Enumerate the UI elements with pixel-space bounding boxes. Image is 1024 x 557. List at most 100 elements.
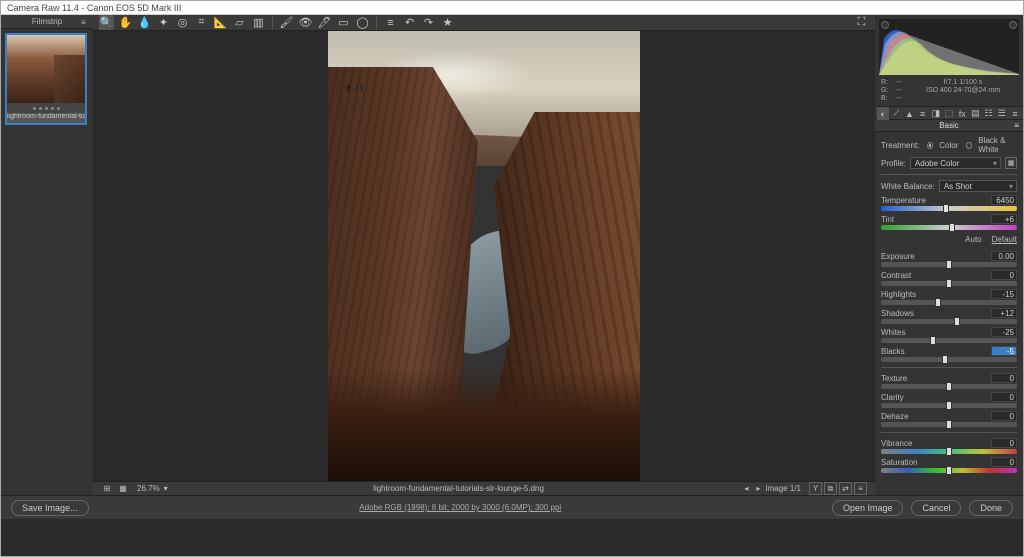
texture-value[interactable]: 0 [991,373,1017,383]
graduated-filter-icon[interactable]: ▭ [336,15,351,30]
tint-track[interactable] [881,225,1017,230]
radial-filter-icon[interactable]: ◯ [355,15,370,30]
default-link[interactable]: Default [992,235,1017,244]
highlights-value[interactable]: -15 [991,289,1017,299]
contrast-track[interactable] [881,281,1017,286]
vibrance-value[interactable]: 0 [991,438,1017,448]
shadows-thumb[interactable] [954,317,960,326]
vibrance-track[interactable] [881,449,1017,454]
tint-value[interactable]: +6 [991,214,1017,224]
zoom-level[interactable]: 26.7% [137,484,160,493]
clarity-value[interactable]: 0 [991,392,1017,402]
color-sampler-icon[interactable]: ✦ [156,15,171,30]
texture-thumb[interactable] [946,382,952,391]
saturation-value[interactable]: 0 [991,457,1017,467]
blacks-track[interactable] [881,357,1017,362]
basic-panel-menu-icon[interactable]: ≡ [1014,121,1019,130]
wb-select[interactable]: As Shot [939,180,1017,192]
save-image-button[interactable]: Save Image... [11,500,89,516]
tab-detail-icon[interactable]: ▲ [903,107,915,120]
shadows-value[interactable]: +12 [991,308,1017,318]
before-after-swap-icon[interactable]: ⇄ [839,482,852,495]
panel-tabs-menu-icon[interactable]: ≡ [1009,107,1021,120]
tab-hsl-icon[interactable]: ≡ [917,107,929,120]
shadows-track[interactable] [881,319,1017,324]
workflow-options-link[interactable]: Adobe RGB (1998); 8 bit; 2000 by 3000 (6… [97,503,824,512]
exposure-value[interactable]: 0.00 [991,251,1017,261]
saturation-track[interactable] [881,468,1017,473]
tab-lens-icon[interactable]: ⬚ [943,107,955,120]
fullscreen-toggle-icon[interactable]: ⛶ [854,15,869,30]
whites-track[interactable] [881,338,1017,343]
tab-snapshots-icon[interactable]: ☰ [996,107,1008,120]
tab-presets-icon[interactable]: ☷ [983,107,995,120]
red-eye-icon[interactable]: 👁 [298,15,313,30]
prev-image-icon[interactable]: ◂ [741,484,751,494]
tab-basic-icon[interactable]: ◐ [877,107,889,120]
next-image-icon[interactable]: ▸ [753,484,763,494]
shadow-clip-warning-icon[interactable] [881,21,889,29]
highlights-thumb[interactable] [935,298,941,307]
treatment-bw-label[interactable]: Black & White [978,136,1017,154]
open-image-button[interactable]: Open Image [832,500,904,516]
blacks-thumb[interactable] [942,355,948,364]
clarity-track[interactable] [881,403,1017,408]
toggle-mark-icon[interactable]: ★ [440,15,455,30]
temperature-track[interactable] [881,206,1017,211]
treatment-color-label[interactable]: Color [939,141,958,150]
clarity-thumb[interactable] [946,401,952,410]
zoom-tool-icon[interactable]: 🔍 [99,15,114,30]
temperature-value[interactable]: 6450 [991,195,1017,205]
image-canvas[interactable] [93,31,875,481]
highlights-track[interactable] [881,300,1017,305]
title-bar[interactable]: Camera Raw 11.4 - Canon EOS 5D Mark III [1,1,1023,15]
exposure-thumb[interactable] [946,260,952,269]
highlight-clip-warning-icon[interactable] [1009,21,1017,29]
dehaze-value[interactable]: 0 [991,411,1017,421]
blacks-value[interactable]: -5 [991,346,1017,356]
auto-link[interactable]: Auto [965,235,981,244]
crop-tool-icon[interactable]: ⌗ [194,15,209,30]
zoom-dropdown-icon[interactable]: ▾ [160,483,172,495]
tab-curve-icon[interactable]: ⟋ [890,107,902,120]
filmstrip-thumbnail[interactable]: lightroom-fundamental-tutor... [5,33,87,125]
tint-thumb[interactable] [949,223,955,232]
straighten-tool-icon[interactable]: 📐 [213,15,228,30]
filmstrip-menu-icon[interactable]: ≡ [81,18,89,26]
whites-thumb[interactable] [930,336,936,345]
spot-removal-icon[interactable]: 🖌 [279,15,294,30]
treatment-color-radio[interactable] [927,142,933,149]
targeted-adjust-icon[interactable]: ◎ [175,15,190,30]
whites-value[interactable]: -25 [991,327,1017,337]
filmstrip-header[interactable]: Filmstrip ≡ [1,15,93,29]
dehaze-track[interactable] [881,422,1017,427]
vibrance-thumb[interactable] [946,447,952,456]
texture-track[interactable] [881,384,1017,389]
tab-calibration-icon[interactable]: ▤ [969,107,981,120]
dehaze-thumb[interactable] [946,420,952,429]
before-after-menu-icon[interactable]: ≡ [854,482,867,495]
transform-tool-icon[interactable]: ▱ [232,15,247,30]
thumbnail-rating[interactable] [7,103,85,113]
tab-fx-icon[interactable]: fx [956,107,968,120]
temperature-thumb[interactable] [943,204,949,213]
profile-browser-icon[interactable]: ▦ [1005,157,1017,169]
saturation-thumb[interactable] [946,466,952,475]
treatment-bw-radio[interactable] [966,142,972,149]
rotate-cw-icon[interactable]: ↷ [421,15,436,30]
hand-tool-icon[interactable]: ✋ [118,15,133,30]
view-mode-icon[interactable]: ⊞ [101,483,113,495]
tab-split-icon[interactable]: ◨ [930,107,942,120]
contrast-value[interactable]: 0 [991,270,1017,280]
white-balance-tool-icon[interactable]: 💧 [137,15,152,30]
rotate-ccw-icon[interactable]: ↶ [402,15,417,30]
exposure-track[interactable] [881,262,1017,267]
grid-toggle-icon[interactable]: ▦ [117,483,129,495]
cancel-button[interactable]: Cancel [911,500,961,516]
histogram[interactable] [879,19,1019,75]
guided-upright-icon[interactable]: ▥ [251,15,266,30]
done-button[interactable]: Done [969,500,1013,516]
before-after-split-icon[interactable]: ⧉ [824,482,837,495]
profile-select[interactable]: Adobe Color [910,157,1001,169]
contrast-thumb[interactable] [946,279,952,288]
